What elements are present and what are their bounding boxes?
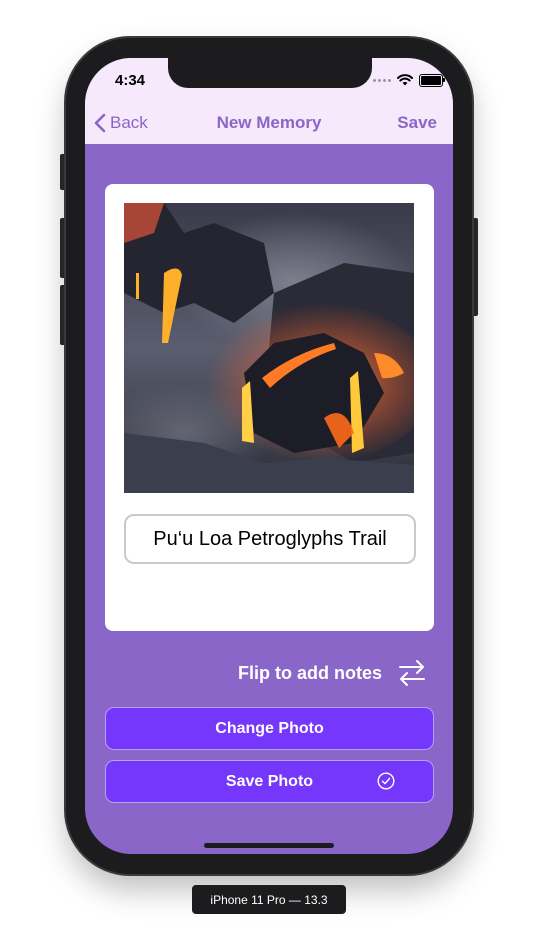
checkmark-circle-icon (377, 772, 395, 790)
change-photo-label: Change Photo (215, 719, 324, 737)
status-time: 4:34 (115, 72, 146, 89)
battery-icon (419, 73, 445, 87)
memory-title-field[interactable]: Pu‘u Loa Petroglyphs Trail (124, 514, 416, 564)
home-indicator[interactable] (204, 843, 334, 848)
save-photo-label: Save Photo (225, 772, 314, 790)
flip-label: Flip to add notes (238, 662, 382, 683)
lava-photo[interactable] (124, 203, 414, 493)
simulator-device-label: iPhone 11 Pro — 13.3 (192, 885, 346, 914)
notch (168, 58, 372, 88)
wifi-icon (397, 74, 413, 86)
memory-card: Pu‘u Loa Petroglyphs Trail (105, 184, 434, 631)
flip-to-add-notes[interactable]: Flip to add notes (238, 658, 426, 688)
flip-arrows-icon (399, 660, 425, 686)
save-button[interactable]: Save (397, 113, 437, 133)
iphone-frame: 4:34 Back New Memory Save Pu‘u Loa Petro… (66, 38, 472, 874)
cellular-signal-icon (373, 78, 391, 82)
save-photo-button[interactable]: Save Photo (105, 760, 434, 803)
change-photo-button[interactable]: Change Photo (105, 707, 434, 750)
navigation-bar: 4:34 Back New Memory Save (85, 58, 453, 144)
phone-screen: 4:34 Back New Memory Save Pu‘u Loa Petro… (85, 58, 453, 854)
status-icons (373, 72, 445, 88)
